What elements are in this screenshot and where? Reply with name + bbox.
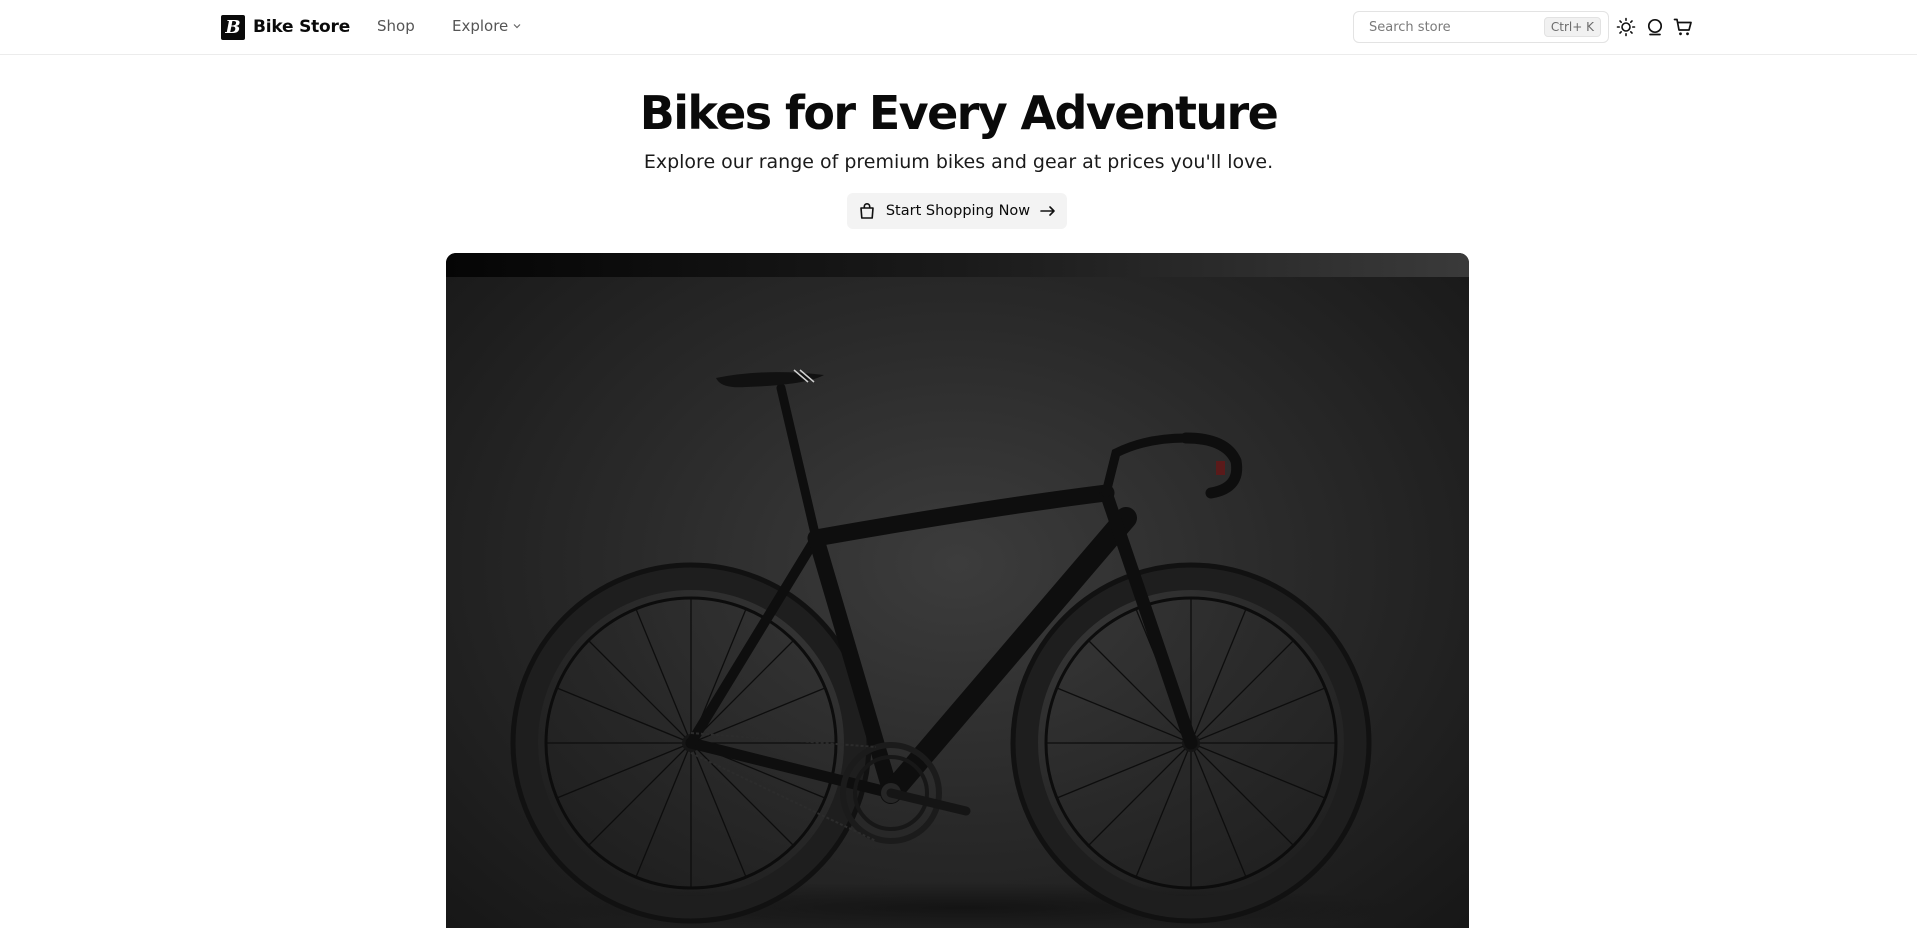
hero-subtitle: Explore our range of premium bikes and g… <box>643 151 1274 173</box>
search-placeholder: Search store <box>1369 19 1451 35</box>
cart-icon <box>1673 18 1692 36</box>
hero-title: Bikes for Every Adventure <box>639 86 1279 140</box>
shopping-bag-icon <box>860 203 874 219</box>
start-shopping-button[interactable]: Start Shopping Now <box>847 193 1067 229</box>
brand-link[interactable]: B Bike Store <box>221 14 350 40</box>
arrow-right-icon <box>1040 206 1055 216</box>
nav-explore-label: Explore <box>452 17 509 35</box>
brand-name: Bike Store <box>253 17 351 37</box>
top-navigation-bar: B Bike Store Shop Explore Search store C… <box>0 0 1917 55</box>
nav-shop-label: Shop <box>377 17 415 35</box>
sun-icon <box>1616 17 1636 37</box>
account-button[interactable] <box>1643 15 1667 39</box>
search-shortcut-badge: Ctrl+ K <box>1543 17 1601 37</box>
search-input[interactable]: Search store Ctrl+ K <box>1353 11 1609 43</box>
cta-label: Start Shopping Now <box>885 203 1031 219</box>
road-bike-illustration <box>510 369 1406 928</box>
nav-shop-link[interactable]: Shop <box>377 17 415 35</box>
brand-logo-icon: B <box>221 14 245 40</box>
chevron-down-icon <box>513 24 521 29</box>
hero-image <box>446 253 1469 928</box>
theme-toggle-button[interactable] <box>1614 15 1638 39</box>
nav-explore-dropdown[interactable]: Explore <box>452 17 521 35</box>
user-icon <box>1647 18 1663 36</box>
cart-button[interactable] <box>1671 15 1695 39</box>
